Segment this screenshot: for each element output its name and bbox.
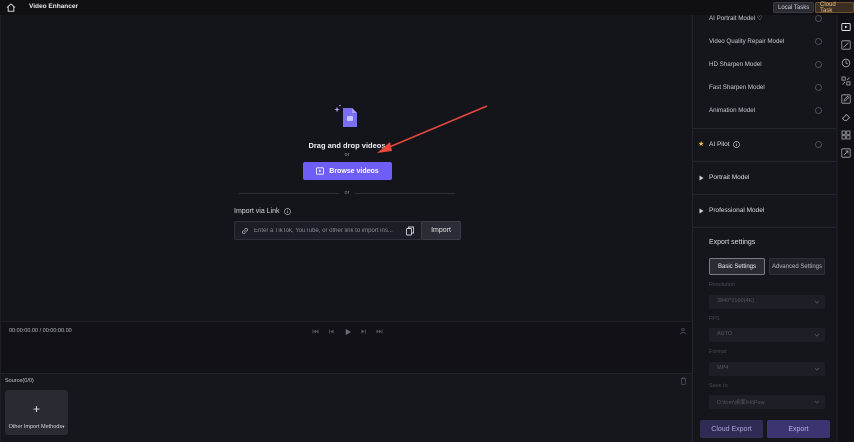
separator	[693, 161, 837, 162]
chevron-down-icon	[814, 400, 820, 404]
eraser-tool-icon[interactable]	[841, 112, 851, 122]
home-icon[interactable]	[6, 3, 16, 12]
separator	[693, 194, 837, 195]
radio-hd-sharpen[interactable]	[815, 61, 822, 68]
frame-tool-icon[interactable]	[841, 58, 851, 68]
source-count: Source(0/0)	[5, 378, 34, 384]
cloud-export-button[interactable]: Cloud Export	[700, 420, 763, 438]
resolution-label: Resolution	[709, 282, 735, 288]
model-settings-panel: AI Portrait Model ♡ Video Quality Repair…	[692, 15, 837, 442]
fps-select[interactable]: AUTO	[709, 328, 825, 342]
paste-icon[interactable]	[405, 226, 415, 236]
divider-left	[239, 193, 339, 194]
skip-start-icon[interactable]	[312, 328, 319, 335]
play-icon[interactable]	[344, 328, 352, 336]
grid-tool-icon[interactable]	[841, 130, 851, 140]
other-import-methods-button[interactable]: + Other Import Methods▾	[5, 390, 68, 435]
radio-video-quality-repair[interactable]	[815, 38, 822, 45]
resolution-select[interactable]: 3840*2160(4K)	[709, 295, 825, 309]
browse-videos-label: Browse videos	[329, 167, 379, 175]
shield-heart-icon: ♡	[756, 16, 763, 22]
resolution-value: 3840*2160(4K)	[717, 298, 755, 304]
title-bar: Video Enhancer Local Tasks Cloud Task	[0, 0, 854, 15]
fps-label: FPS	[709, 316, 720, 322]
info-icon[interactable]	[733, 141, 740, 148]
right-toolbar	[838, 15, 854, 442]
step-back-icon[interactable]	[328, 328, 335, 335]
drag-drop-headline: Drag and drop videos	[308, 141, 386, 150]
trash-icon[interactable]	[680, 377, 687, 385]
caret-down-icon: ▾	[62, 424, 65, 429]
compress-tool-icon[interactable]	[841, 76, 851, 86]
import-via-link-text: Import via Link	[234, 208, 280, 215]
or-text: or	[344, 152, 350, 158]
basic-settings-tab[interactable]: Basic Settings	[709, 258, 765, 275]
fps-value: AUTO	[717, 331, 733, 337]
cloud-task-button[interactable]: Cloud Task	[815, 2, 854, 14]
radio-ai-portrait[interactable]	[815, 15, 822, 22]
radio-fast-sharpen[interactable]	[815, 84, 822, 91]
ai-pilot-label: AI Pilot	[709, 141, 730, 148]
local-tasks-button[interactable]: Local Tasks	[773, 2, 815, 13]
export-tool-icon[interactable]	[841, 148, 851, 158]
other-import-label: Other Import Methods▾	[8, 424, 65, 430]
chevron-down-icon	[814, 300, 820, 304]
radio-animation[interactable]	[815, 107, 822, 114]
import-via-link-label: Import via Link	[234, 208, 291, 215]
format-label: Format	[709, 349, 727, 355]
plus-icon: +	[32, 402, 40, 416]
link-input[interactable]	[254, 224, 399, 238]
trim-icon[interactable]	[679, 327, 687, 335]
video-file-icon	[334, 104, 357, 127]
portrait-model-row[interactable]: Portrait Model	[693, 171, 837, 187]
video-enhance-tool-icon[interactable]	[841, 22, 851, 32]
save-to-select[interactable]: D:\tom\桌面\HitPaw	[709, 395, 825, 409]
format-value: MP4	[717, 365, 729, 371]
model-hd-sharpen[interactable]: HD Sharpen Model	[709, 61, 762, 68]
timeline-bar: 00:00:00.00 / 00:00:00.00	[0, 321, 692, 373]
model-ai-portrait[interactable]: AI Portrait Model ♡	[709, 15, 762, 22]
professional-model-row[interactable]: Professional Model	[693, 204, 837, 220]
skip-end-icon[interactable]	[376, 328, 383, 335]
edit-tool-icon[interactable]	[841, 40, 851, 50]
import-button[interactable]: Import	[421, 221, 461, 240]
export-settings-title: Export settings	[709, 239, 756, 246]
app-title: Video Enhancer	[29, 3, 79, 10]
professional-model-label: Professional Model	[709, 207, 765, 214]
source-panel: Source(0/0) + Other Import Methods▾	[0, 373, 692, 442]
link-icon	[242, 228, 248, 234]
info-icon[interactable]	[283, 208, 291, 215]
expand-arrow-icon	[699, 208, 704, 214]
or-divider-text: or	[344, 190, 350, 196]
save-to-value: D:\tom\桌面\HitPaw	[717, 400, 765, 406]
add-file-icon	[316, 167, 325, 175]
divider-right	[355, 193, 455, 194]
portrait-model-label: Portrait Model	[709, 174, 750, 181]
expand-arrow-icon	[699, 175, 704, 181]
browse-videos-button[interactable]: Browse videos	[303, 162, 392, 180]
radio-ai-pilot[interactable]	[815, 141, 822, 148]
separator	[693, 128, 837, 129]
time-readout: 00:00:00.00 / 00:00:00.00	[9, 328, 72, 334]
advanced-settings-tab[interactable]: Advanced Settings	[769, 258, 825, 275]
preview-drop-area[interactable]: Drag and drop videos or Browse videos or…	[0, 15, 692, 321]
save-to-label: Save to	[709, 383, 728, 389]
link-input-box	[234, 221, 422, 240]
separator	[693, 227, 837, 228]
pen-tool-icon[interactable]	[841, 94, 851, 104]
model-video-quality-repair[interactable]: Video Quality Repair Model	[709, 38, 784, 45]
chevron-down-icon	[814, 367, 820, 371]
chevron-down-icon	[814, 333, 820, 337]
ai-pilot-row[interactable]: ★ AI Pilot	[693, 138, 837, 154]
step-forward-icon[interactable]	[360, 328, 367, 335]
model-fast-sharpen[interactable]: Fast Sharpen Model	[709, 84, 765, 91]
star-icon: ★	[698, 141, 705, 148]
format-select[interactable]: MP4	[709, 362, 825, 376]
export-button[interactable]: Export	[767, 420, 830, 438]
model-animation[interactable]: Animation Model	[709, 107, 755, 114]
